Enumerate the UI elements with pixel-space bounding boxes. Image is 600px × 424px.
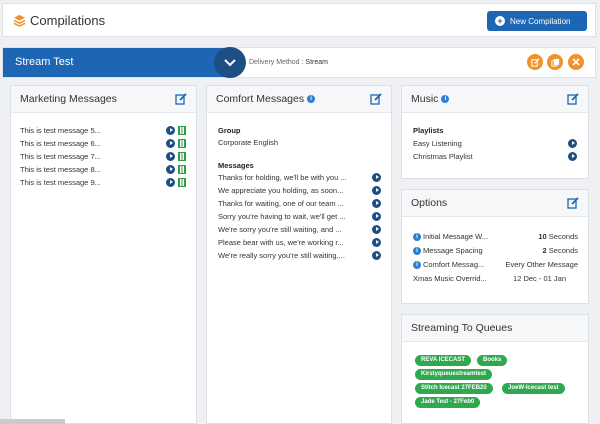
edit-icon[interactable] <box>567 93 579 105</box>
plus-icon: + <box>495 16 505 26</box>
close-icon <box>572 58 580 66</box>
edit-stream-button[interactable] <box>527 54 543 70</box>
calendar-icon[interactable] <box>178 152 186 161</box>
marketing-messages-title: Marketing Messages <box>20 93 117 105</box>
horizontal-scrollbar[interactable] <box>0 419 65 424</box>
option-row: i Message Spacing 2 Seconds <box>413 246 578 257</box>
queue-tag: REVA ICECAST <box>415 355 472 366</box>
streaming-queues-panel: Streaming To Queues REVA ICECAST Books K… <box>401 314 589 424</box>
new-compilation-button[interactable]: + New Compilation <box>487 11 587 31</box>
stream-name: Stream Test <box>3 48 233 77</box>
copy-stream-button[interactable] <box>547 54 563 70</box>
calendar-icon[interactable] <box>178 139 186 148</box>
play-icon[interactable] <box>166 152 175 161</box>
play-icon[interactable] <box>372 225 381 234</box>
play-icon[interactable] <box>372 251 381 260</box>
music-title: Music i <box>411 93 450 105</box>
list-item: Please bear with us, we're working r... <box>218 238 344 247</box>
queue-tag: Jade Test - 27Feb0 <box>415 397 481 408</box>
option-row: Xmas Music Overrid... 12 Dec - 01 Jan <box>413 274 566 283</box>
queue-tag: Books <box>477 355 508 366</box>
layers-icon <box>13 14 26 27</box>
list-item: We're really sorry you're still waiting,… <box>218 251 345 260</box>
play-icon[interactable] <box>166 139 175 148</box>
edit-icon[interactable] <box>370 93 382 105</box>
list-item: We appreciate you holding, as soon... <box>218 186 344 195</box>
collapse-toggle[interactable] <box>214 47 246 78</box>
queue-tag: Kirstyqueuestreamtest <box>415 369 493 380</box>
delivery-method: Delivery Method : Stream <box>249 59 328 66</box>
list-item: We're sorry you're still waiting, and ..… <box>218 225 342 234</box>
panel-header: Streaming To Queues <box>402 315 588 342</box>
play-icon[interactable] <box>372 199 381 208</box>
list-item: Easy Listening <box>413 139 462 148</box>
music-panel: Music i Playlists Easy Listening Christma… <box>401 85 589 179</box>
calendar-icon[interactable] <box>178 126 186 135</box>
play-icon[interactable] <box>372 186 381 195</box>
play-icon[interactable] <box>568 139 577 148</box>
play-icon[interactable] <box>372 173 381 182</box>
info-icon[interactable]: i <box>441 95 450 104</box>
options-panel: Options i Initial Message W... 10 Seconds… <box>401 189 589 304</box>
edit-icon[interactable] <box>567 197 579 209</box>
play-icon[interactable] <box>166 165 175 174</box>
group-value: Corporate English <box>218 138 279 147</box>
top-bar: Compilations + New Compilation <box>2 3 596 37</box>
play-icon[interactable] <box>166 178 175 187</box>
play-icon[interactable] <box>372 212 381 221</box>
stream-bar: Stream Test Delivery Method : Stream <box>2 47 596 78</box>
delete-stream-button[interactable] <box>568 54 584 70</box>
list-item: Thanks for waiting, one of our team ... <box>218 199 344 208</box>
list-item: Sorry you're having to wait, we'll get .… <box>218 212 346 221</box>
panel-header: Comfort Messages i <box>207 86 391 113</box>
comfort-messages-panel: Comfort Messages i Group Corporate Englis… <box>206 85 392 424</box>
info-icon[interactable]: i <box>307 95 316 104</box>
playlists-label: Playlists <box>413 126 444 135</box>
play-icon[interactable] <box>372 238 381 247</box>
option-row: i Comfort Messag... Every Other Message <box>413 260 578 271</box>
options-title: Options <box>411 197 448 209</box>
calendar-icon[interactable] <box>178 165 186 174</box>
option-row: i Initial Message W... 10 Seconds <box>413 232 578 243</box>
chevron-down-icon <box>224 58 236 66</box>
info-icon[interactable]: i <box>413 233 421 242</box>
queue-tag: Stitch Icecast 27FEB20 <box>415 383 493 394</box>
info-icon[interactable]: i <box>413 247 421 256</box>
copy-icon <box>550 58 559 67</box>
info-icon[interactable]: i <box>413 261 421 270</box>
panel-header: Music i <box>402 86 588 113</box>
delivery-method-value: Stream <box>305 59 328 66</box>
list-item: Christmas Playlist <box>413 152 473 161</box>
edit-icon <box>530 57 540 67</box>
queue-tag: JoeW-Icecast test <box>502 383 565 394</box>
play-icon[interactable] <box>166 126 175 135</box>
play-icon[interactable] <box>568 152 577 161</box>
calendar-icon[interactable] <box>178 178 186 187</box>
panel-header: Marketing Messages <box>11 86 196 113</box>
list-item: Thanks for holding, we'll be with you ..… <box>218 173 347 182</box>
messages-label: Messages <box>218 161 254 170</box>
page-title: Compilations <box>30 13 106 28</box>
streaming-queues-title: Streaming To Queues <box>411 322 513 334</box>
new-compilation-label: New Compilation <box>510 16 571 26</box>
marketing-messages-panel: Marketing Messages This is test message … <box>10 85 197 424</box>
panel-header: Options <box>402 190 588 217</box>
group-label: Group <box>218 126 241 135</box>
edit-icon[interactable] <box>175 93 187 105</box>
comfort-messages-title: Comfort Messages i <box>216 93 316 105</box>
delivery-method-label: Delivery Method : <box>249 59 304 66</box>
